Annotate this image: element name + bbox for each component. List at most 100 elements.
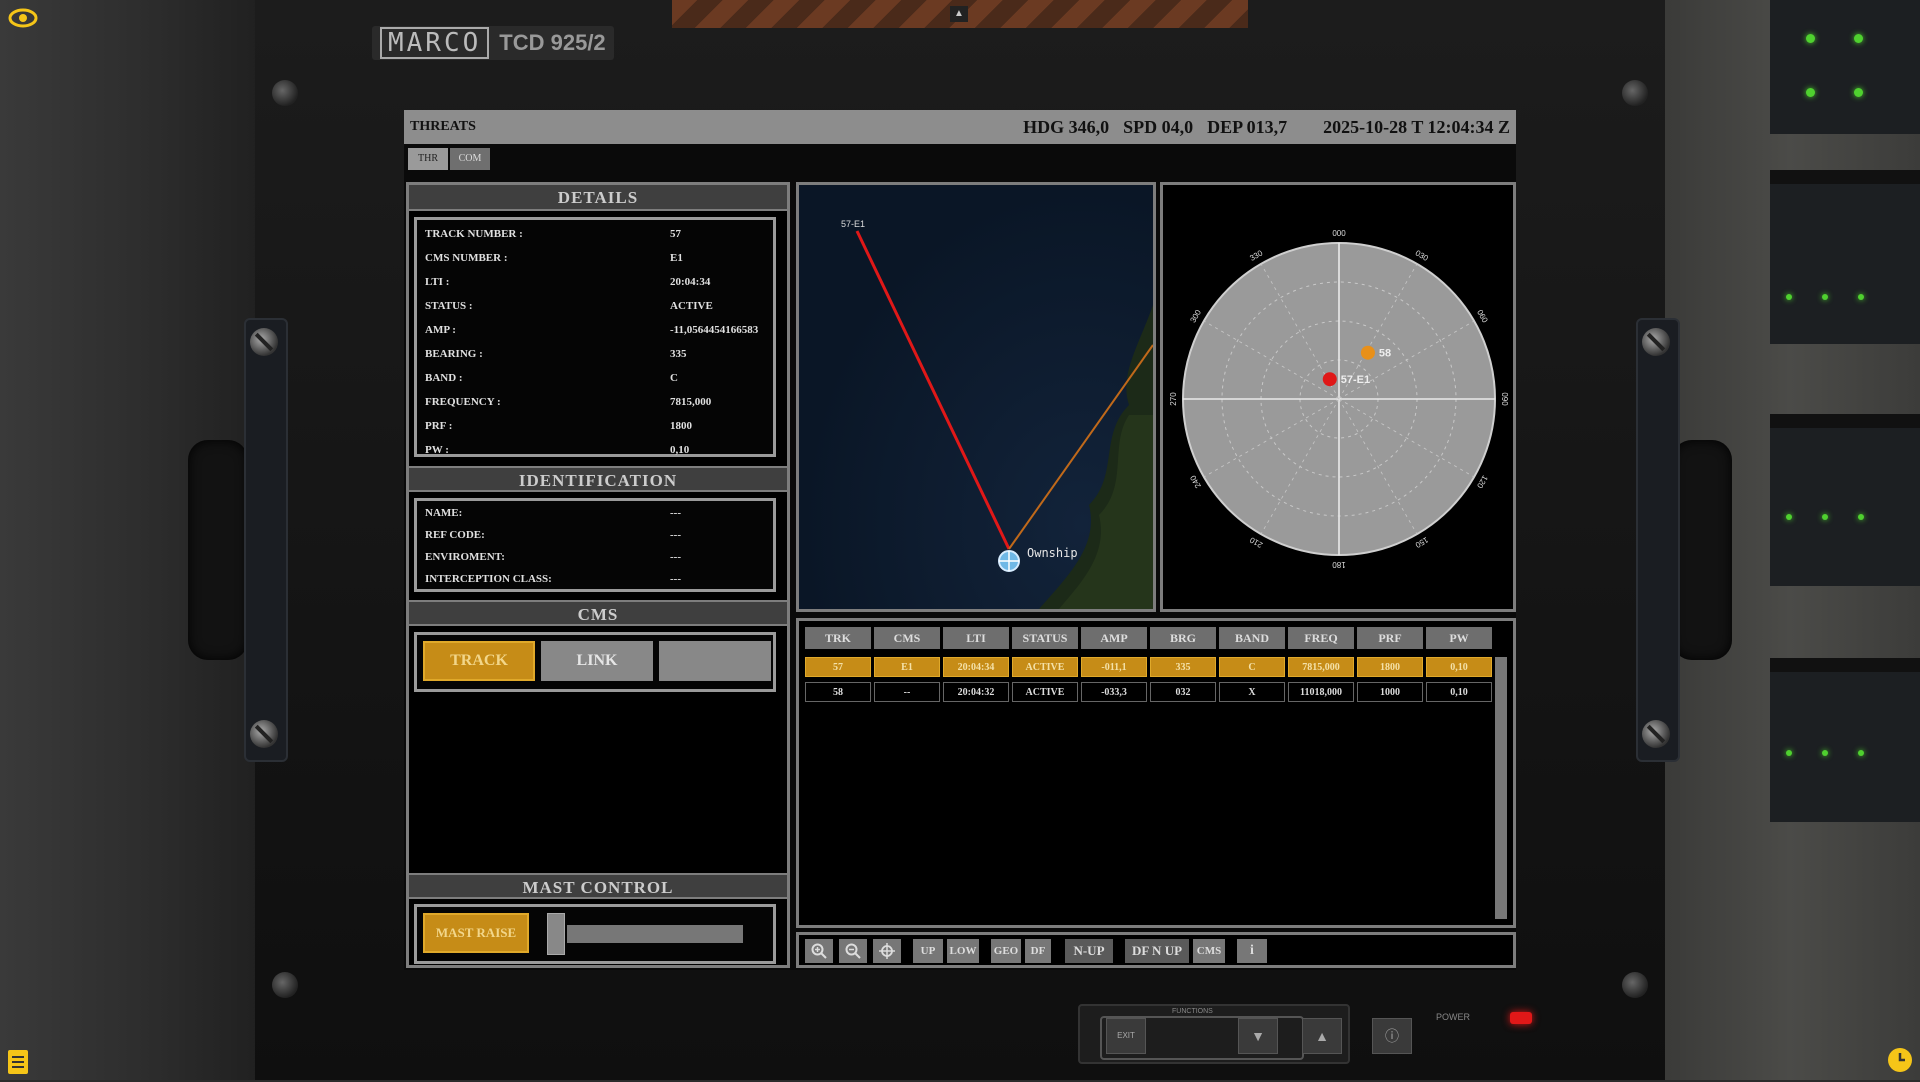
power-led[interactable] (1510, 1012, 1532, 1024)
zoom-in-icon[interactable] (805, 939, 833, 963)
tab-bar: THR COM (408, 148, 490, 170)
detail-label: FREQUENCY : (425, 396, 501, 408)
column-header[interactable]: AMP (1081, 627, 1147, 649)
detail-row: TRACK NUMBER : 57 (425, 228, 681, 240)
exit-button[interactable]: EXIT (1106, 1018, 1146, 1054)
speed-readout: SPD 04,0 (1123, 116, 1194, 137)
detail-label: LTI : (425, 276, 450, 288)
bearing-label: 300 (1188, 308, 1203, 325)
detail-row: FREQUENCY : 7815,000 (425, 396, 711, 408)
device-model: TCD 925/2 (499, 30, 606, 55)
identification-row: ENVIROMENT: --- (425, 551, 681, 563)
contact-label: 57-E1 (1341, 374, 1370, 386)
contact-marker[interactable] (1360, 345, 1375, 360)
map-track-label: 57-E1 (841, 219, 865, 229)
tactical-map[interactable]: 57-E1 Ownship (796, 182, 1156, 612)
indicator-module (1770, 170, 1920, 344)
link-button[interactable]: LINK (541, 641, 653, 681)
table-header: TRK CMS LTI STATUS AMP BRG BAND FREQ PRF PW (805, 627, 1492, 649)
power-label: POWER (1436, 1012, 1471, 1022)
cms-box: TRACK LINK (414, 632, 776, 692)
detail-value: C (670, 372, 678, 384)
table-cell: E1 (874, 657, 940, 677)
column-header[interactable]: STATUS (1012, 627, 1078, 649)
detail-row: PW : 0,10 (425, 444, 689, 456)
column-header[interactable]: PRF (1357, 627, 1423, 649)
status-led (1854, 88, 1863, 97)
screw (272, 80, 298, 106)
identification-box: NAME: --- REF CODE: --- ENVIROMENT: --- INTERC… (414, 498, 776, 592)
zoom-out-icon[interactable] (839, 939, 867, 963)
detail-row: LTI : 20:04:34 (425, 276, 710, 288)
status-led (1822, 294, 1828, 300)
up-button[interactable]: UP (913, 939, 943, 963)
column-header[interactable]: BRG (1150, 627, 1216, 649)
column-header[interactable]: PW (1426, 627, 1492, 649)
info-circle-icon[interactable]: ⓘ (1372, 1018, 1412, 1054)
detail-label: TRACK NUMBER : (425, 228, 523, 240)
column-header[interactable]: FREQ (1288, 627, 1354, 649)
detail-row: AMP : -11,0564454166583 (425, 324, 758, 336)
identification-row: NAME: --- (425, 507, 681, 519)
screen-title: THREATS (410, 119, 476, 134)
indicator-module (1770, 0, 1920, 134)
device-brand: MARCO TCD 925/2 (372, 26, 614, 60)
center-icon[interactable] (873, 939, 901, 963)
nav-readout: HDG 346,0 SPD 04,0 DEP 013,7 2025-10-28 … (1023, 117, 1510, 138)
mast-slider-handle[interactable] (547, 913, 565, 955)
column-header[interactable]: BAND (1219, 627, 1285, 649)
detail-value: -11,0564454166583 (670, 324, 759, 336)
column-header[interactable]: LTI (943, 627, 1009, 649)
identification-label: NAME: (425, 507, 463, 519)
status-led (1822, 514, 1828, 520)
track-button[interactable]: TRACK (423, 641, 535, 681)
status-led (1858, 294, 1864, 300)
table-cell: 0,10 (1426, 657, 1492, 677)
column-header[interactable]: TRK (805, 627, 871, 649)
down-arrow-button[interactable]: ▼ (1238, 1018, 1278, 1054)
detail-label: BEARING : (425, 348, 483, 360)
identification-row: INTERCEPTION CLASS: --- (425, 573, 681, 585)
table-scrollbar[interactable] (1495, 657, 1507, 919)
north-up-button[interactable]: N-UP (1065, 939, 1113, 963)
tab-com[interactable]: COM (450, 148, 490, 170)
mast-raise-button[interactable]: MAST RAISE (423, 913, 529, 953)
df-north-up-button[interactable]: DF N UP (1125, 939, 1189, 963)
cms-empty-button[interactable] (659, 641, 771, 681)
info-button[interactable]: i (1237, 939, 1267, 963)
up-arrow-button[interactable]: ▲ (1302, 1018, 1342, 1054)
df-button[interactable]: DF (1025, 939, 1051, 963)
contact-marker[interactable] (1322, 372, 1337, 387)
identification-value: --- (670, 551, 681, 563)
detail-row: PRF : 1800 (425, 420, 692, 432)
table-row[interactable]: 57 E1 20:04:34 ACTIVE -011,1 335 C 7815,000 1800… (805, 657, 1492, 677)
table-cell: ACTIVE (1012, 657, 1078, 677)
table-cell: 20:04:34 (943, 657, 1009, 677)
clock-icon[interactable] (1886, 1046, 1914, 1080)
identification-label: ENVIROMENT: (425, 551, 505, 563)
low-button[interactable]: LOW (947, 939, 979, 963)
table-cell: 0,10 (1426, 682, 1492, 702)
hatch-toggle-button[interactable]: ▲ (950, 6, 968, 22)
detail-row: BAND : C (425, 372, 678, 384)
map-toolbar: UP LOW GEO DF N-UP DF N UP CMS i (796, 932, 1516, 968)
left-handle (188, 440, 248, 660)
geo-button[interactable]: GEO (991, 939, 1021, 963)
identification-value: --- (670, 573, 681, 585)
eye-icon[interactable] (8, 6, 38, 36)
table-row[interactable]: 58 -- 20:04:32 ACTIVE -033,3 032 X 11018,000 100… (805, 682, 1492, 702)
column-header[interactable]: CMS (874, 627, 940, 649)
screw (1642, 720, 1670, 748)
threat-bearing-line (855, 230, 1011, 550)
detail-value: 1800 (670, 420, 692, 432)
table-cell: 1800 (1357, 657, 1423, 677)
clipboard-icon[interactable] (6, 1046, 30, 1082)
cms-toggle-button[interactable]: CMS (1193, 939, 1225, 963)
detail-row: CMS NUMBER : E1 (425, 252, 683, 264)
mast-slider-track[interactable] (567, 925, 743, 943)
tab-thr[interactable]: THR (408, 148, 448, 170)
detail-label: PW : (425, 444, 449, 456)
polar-display[interactable]: 000 030 060 090 120 150 180 210 240 270 300 330 58 5… (1160, 182, 1516, 612)
detail-value: 20:04:34 (670, 276, 711, 288)
detail-label: PRF : (425, 420, 453, 432)
